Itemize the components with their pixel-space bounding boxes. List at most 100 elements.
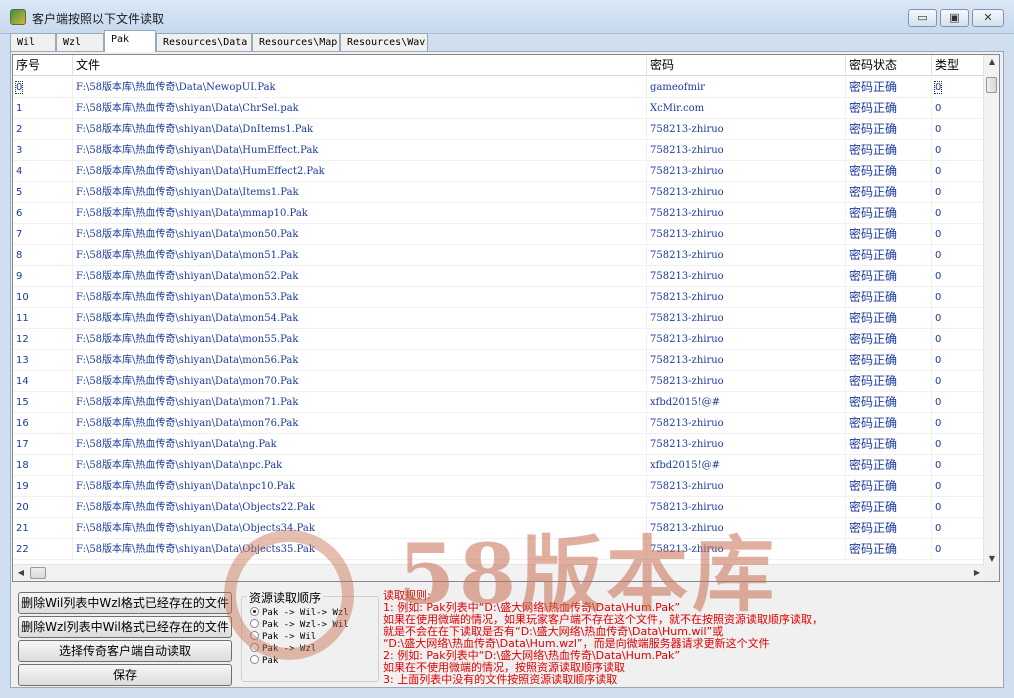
table-row[interactable]: 14 F:\58版本库\热血传奇\shiyan\Data\mon70.Pak 758…: [13, 371, 985, 392]
table-row[interactable]: 3 F:\58版本库\热血传奇\shiyan\Data\HumEffect.Pak…: [13, 140, 985, 161]
cell-type: 0: [932, 224, 985, 245]
cell-password: 758213-zhiruo: [647, 476, 846, 497]
cell-password-status: 密码正确: [846, 308, 932, 329]
minimize-button[interactable]: ▭: [908, 9, 937, 27]
table-row[interactable]: 1 F:\58版本库\热血传奇\shiyan\Data\ChrSel.pak XcM…: [13, 98, 985, 119]
cell-password: 758213-zhiruo: [647, 140, 846, 161]
cell-password: 758213-zhiruo: [647, 203, 846, 224]
cell-type: 0: [932, 287, 985, 308]
cell-index: 22: [13, 539, 73, 560]
cell-type: 0: [932, 161, 985, 182]
cell-password-status: 密码正确: [846, 203, 932, 224]
tab-wil[interactable]: Wil: [10, 33, 56, 52]
cell-password: 758213-zhiruo: [647, 266, 846, 287]
cell-type: 0: [932, 476, 985, 497]
scroll-down-arrow-icon[interactable]: ▼: [984, 554, 999, 563]
cell-index: 2: [13, 119, 73, 140]
table-row[interactable]: 0 F:\58版本库\热血传奇\Data\NewopUI.Pak gameofmir…: [13, 77, 985, 98]
select-client-button[interactable]: 选择传奇客户端自动读取: [18, 640, 232, 662]
tab-resources-map[interactable]: Resources\Map: [252, 33, 340, 52]
tab-resources-data[interactable]: Resources\Data: [156, 33, 252, 52]
column-header-type[interactable]: 类型: [932, 55, 985, 76]
cell-index: 21: [13, 518, 73, 539]
cell-password-status: 密码正确: [846, 413, 932, 434]
cell-index: 17: [13, 434, 73, 455]
cell-password: 758213-zhiruo: [647, 413, 846, 434]
cell-type: 0: [932, 350, 985, 371]
horizontal-scroll-thumb[interactable]: [30, 567, 46, 579]
cell-file: F:\58版本库\热血传奇\shiyan\Data\mmap10.Pak: [73, 203, 647, 224]
cell-password: 758213-zhiruo: [647, 497, 846, 518]
cell-type: 0: [932, 140, 985, 161]
tab-pak[interactable]: Pak: [104, 30, 156, 52]
vertical-scroll-thumb[interactable]: [986, 77, 997, 93]
delete-wil-duplicates-button[interactable]: 删除Wil列表中Wzl格式已经存在的文件: [18, 592, 232, 614]
column-header-password[interactable]: 密码: [647, 55, 846, 76]
table-row[interactable]: 13 F:\58版本库\热血传奇\shiyan\Data\mon56.Pak 758…: [13, 350, 985, 371]
cell-type: 0: [932, 245, 985, 266]
cell-file: F:\58版本库\热血传奇\shiyan\Data\Objects34.Pak: [73, 518, 647, 539]
table-row[interactable]: 4 F:\58版本库\热血传奇\shiyan\Data\HumEffect2.Pa…: [13, 161, 985, 182]
radio-order-option[interactable]: Pak -> Wzl-> Wil: [250, 619, 349, 631]
cell-password: gameofmir: [647, 77, 846, 98]
table-row[interactable]: 20 F:\58版本库\热血传奇\shiyan\Data\Objects22.Pa…: [13, 497, 985, 518]
table-row[interactable]: 17 F:\58版本库\热血传奇\shiyan\Data\ng.Pak 758213…: [13, 434, 985, 455]
table-row[interactable]: 6 F:\58版本库\热血传奇\shiyan\Data\mmap10.Pak 758…: [13, 203, 985, 224]
cell-password: 758213-zhiruo: [647, 329, 846, 350]
cell-index: 13: [13, 350, 73, 371]
save-button[interactable]: 保存: [18, 664, 232, 686]
table-row[interactable]: 12 F:\58版本库\热血传奇\shiyan\Data\mon55.Pak 758…: [13, 329, 985, 350]
vertical-scrollbar[interactable]: ▲ ▼: [983, 55, 999, 565]
table-row[interactable]: 10 F:\58版本库\热血传奇\shiyan\Data\mon53.Pak 758…: [13, 287, 985, 308]
radio-order-option[interactable]: Pak -> Wil: [250, 631, 316, 643]
column-header-password-status[interactable]: 密码状态: [846, 55, 932, 76]
scroll-up-arrow-icon[interactable]: ▲: [984, 57, 999, 66]
delete-wzl-duplicates-button[interactable]: 删除Wzl列表中Wil格式已经存在的文件: [18, 616, 232, 638]
cell-password-status: 密码正确: [846, 224, 932, 245]
cell-password-status: 密码正确: [846, 98, 932, 119]
scroll-left-arrow-icon[interactable]: ◀: [13, 568, 29, 577]
cell-password-status: 密码正确: [846, 287, 932, 308]
close-button[interactable]: ✕: [972, 9, 1004, 27]
maximize-button[interactable]: ▣: [940, 9, 969, 27]
table-row[interactable]: 8 F:\58版本库\热血传奇\shiyan\Data\mon51.Pak 7582…: [13, 245, 985, 266]
cell-type: 0: [932, 392, 985, 413]
cell-file: F:\58版本库\热血传奇\shiyan\Data\Objects22.Pak: [73, 497, 647, 518]
cell-file: F:\58版本库\热血传奇\shiyan\Data\ChrSel.pak: [73, 98, 647, 119]
table-row[interactable]: 22 F:\58版本库\热血传奇\shiyan\Data\Objects35.Pa…: [13, 539, 985, 560]
cell-file: F:\58版本库\热血传奇\shiyan\Data\HumEffect2.Pak: [73, 161, 647, 182]
table-header: 序号 文件 密码 密码状态 类型: [13, 55, 985, 76]
table-row[interactable]: 2 F:\58版本库\热血传奇\shiyan\Data\DnItems1.Pak 7…: [13, 119, 985, 140]
table-row[interactable]: 18 F:\58版本库\热血传奇\shiyan\Data\npc.Pak xfbd2…: [13, 455, 985, 476]
cell-file: F:\58版本库\热血传奇\shiyan\Data\mon54.Pak: [73, 308, 647, 329]
radio-order-option[interactable]: Pak -> Wil-> Wzl: [250, 607, 349, 619]
cell-file: F:\58版本库\热血传奇\shiyan\Data\Items1.Pak: [73, 182, 647, 203]
table-row[interactable]: 15 F:\58版本库\热血传奇\shiyan\Data\mon71.Pak xfb…: [13, 392, 985, 413]
cell-password-status: 密码正确: [846, 329, 932, 350]
radio-order-option[interactable]: Pak: [250, 655, 278, 667]
tab-resources-wav[interactable]: Resources\Wav: [340, 33, 428, 52]
cell-file: F:\58版本库\热血传奇\shiyan\Data\HumEffect.Pak: [73, 140, 647, 161]
tab-wzl[interactable]: Wzl: [56, 33, 104, 52]
column-header-index[interactable]: 序号: [13, 55, 73, 76]
cell-password-status: 密码正确: [846, 245, 932, 266]
cell-file: F:\58版本库\热血传奇\shiyan\Data\Objects35.Pak: [73, 539, 647, 560]
table-row[interactable]: 5 F:\58版本库\热血传奇\shiyan\Data\Items1.Pak 758…: [13, 182, 985, 203]
table-row[interactable]: 16 F:\58版本库\热血传奇\shiyan\Data\mon76.Pak 758…: [13, 413, 985, 434]
horizontal-scrollbar[interactable]: ◀ ▶: [13, 564, 985, 581]
cell-password: 758213-zhiruo: [647, 224, 846, 245]
file-table[interactable]: 序号 文件 密码 密码状态 类型 0 F:\58版本库\热血传奇\Data\New…: [12, 54, 1000, 582]
table-row[interactable]: 21 F:\58版本库\热血传奇\shiyan\Data\Objects34.Pa…: [13, 518, 985, 539]
table-row[interactable]: 9 F:\58版本库\热血传奇\shiyan\Data\mon52.Pak 7582…: [13, 266, 985, 287]
table-row[interactable]: 7 F:\58版本库\热血传奇\shiyan\Data\mon50.Pak 7582…: [13, 224, 985, 245]
cell-password: 758213-zhiruo: [647, 182, 846, 203]
cell-index: 5: [13, 182, 73, 203]
cell-file: F:\58版本库\热血传奇\shiyan\Data\mon53.Pak: [73, 287, 647, 308]
table-row[interactable]: 19 F:\58版本库\热血传奇\shiyan\Data\npc10.Pak 758…: [13, 476, 985, 497]
radio-order-option[interactable]: Pak -> Wzl: [250, 643, 316, 655]
table-row[interactable]: 11 F:\58版本库\热血传奇\shiyan\Data\mon54.Pak 758…: [13, 308, 985, 329]
cell-type: 0: [932, 518, 985, 539]
cell-password-status: 密码正确: [846, 539, 932, 560]
cell-password-status: 密码正确: [846, 371, 932, 392]
column-header-file[interactable]: 文件: [73, 55, 647, 76]
